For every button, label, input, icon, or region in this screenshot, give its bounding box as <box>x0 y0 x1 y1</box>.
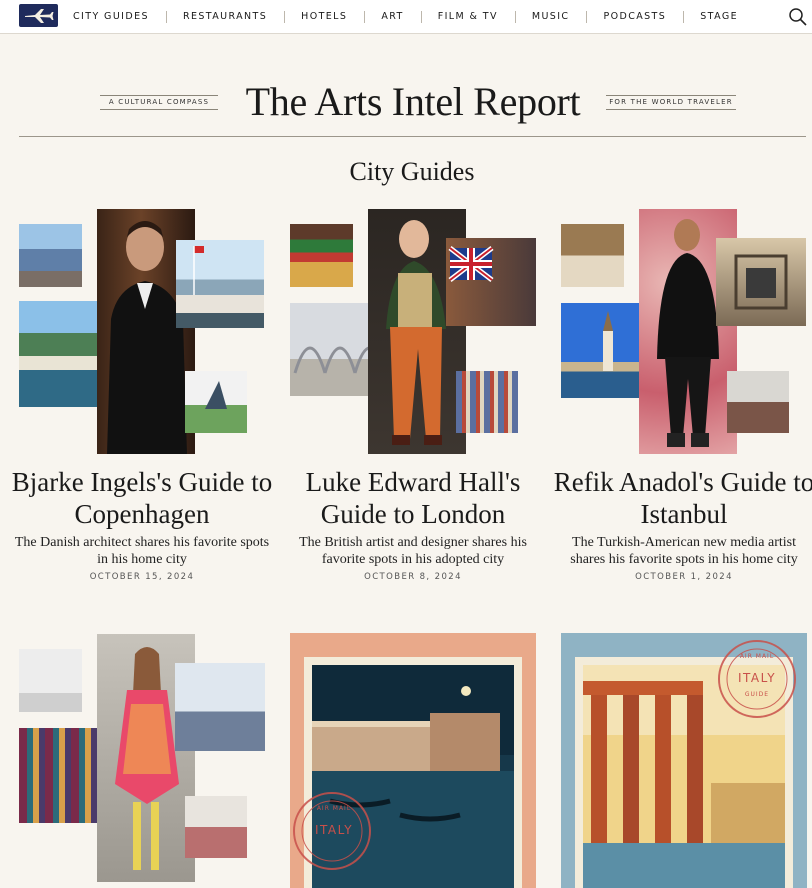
card-date: OCTOBER 8, 2024 <box>364 572 462 582</box>
card-description: The Danish architect shares his favorite… <box>14 535 270 567</box>
stamp-airmail-label: AIR MAIL <box>739 653 775 660</box>
nav-item-music[interactable]: MUSIC <box>514 10 587 24</box>
card-title[interactable]: Luke Edward Hall's Guide to London <box>282 466 544 530</box>
shop-interior-photo <box>185 796 247 858</box>
stamp-guide-label: GUIDE <box>744 691 770 698</box>
bookshelf-photo <box>456 371 518 433</box>
card-description: The Turkish-American new media artist sh… <box>570 535 798 567</box>
italy-poster-rome[interactable]: AIR MAIL ITALY GUIDE <box>561 633 807 888</box>
nav-menu: CITY GUIDES RESTAURANTS HOTELS ART FILM … <box>62 0 755 34</box>
sailboats-photo <box>176 240 264 328</box>
stamp-country-label: ITALY <box>737 671 777 685</box>
card-title[interactable]: Bjarke Ingels's Guide to Copenhagen <box>11 466 273 530</box>
nav-item-hotels[interactable]: HOTELS <box>284 10 364 24</box>
nav-item-podcasts[interactable]: PODCASTS <box>586 10 683 24</box>
atrium-photo <box>716 238 806 326</box>
guide-card-row2-collage[interactable] <box>19 633 265 888</box>
gallery-building-photo <box>727 371 789 433</box>
market-hall-photo <box>175 663 265 751</box>
white-gallery-photo <box>19 649 82 712</box>
masthead-title[interactable]: The Arts Intel Report <box>230 78 596 125</box>
tagline-right: FOR THE WORLD TRAVELER <box>606 95 736 110</box>
market-stall-photo <box>290 224 353 287</box>
search-icon[interactable] <box>788 7 808 27</box>
top-navigation-bar: CITY GUIDES RESTAURANTS HOTELS ART FILM … <box>0 0 812 34</box>
nav-item-film-tv[interactable]: FILM & TV <box>420 10 515 24</box>
nav-item-stage[interactable]: STAGE <box>683 10 755 24</box>
masthead-divider <box>19 136 806 137</box>
section-title: City Guides <box>349 157 475 186</box>
airplane-logo-icon[interactable] <box>19 4 58 27</box>
tagline-left: A CULTURAL COMPASS <box>100 95 218 110</box>
stamp-airmail-label: AIR MAIL <box>316 805 352 812</box>
nav-item-city-guides[interactable]: CITY GUIDES <box>62 10 166 24</box>
sculpture-photo <box>185 371 247 433</box>
istanbul-photo-collage[interactable] <box>561 208 807 456</box>
italy-poster-venice[interactable]: AIR MAIL ITALY <box>290 633 536 888</box>
union-jack-photo <box>446 238 536 326</box>
card-description: The British artist and designer shares h… <box>299 535 527 567</box>
card-date: OCTOBER 1, 2024 <box>635 572 733 582</box>
copenhagen-photo-collage[interactable] <box>19 208 265 456</box>
building-photo <box>19 224 82 287</box>
london-photo-collage[interactable] <box>290 208 536 456</box>
nav-item-art[interactable]: ART <box>364 10 420 24</box>
nav-item-restaurants[interactable]: RESTAURANTS <box>165 10 284 24</box>
stamp-country-label: ITALY <box>314 823 354 837</box>
card-date: OCTOBER 15, 2024 <box>89 572 195 582</box>
restaurant-interior-photo <box>561 224 624 287</box>
card-title[interactable]: Refik Anadol's Guide to Istanbul <box>553 466 812 530</box>
